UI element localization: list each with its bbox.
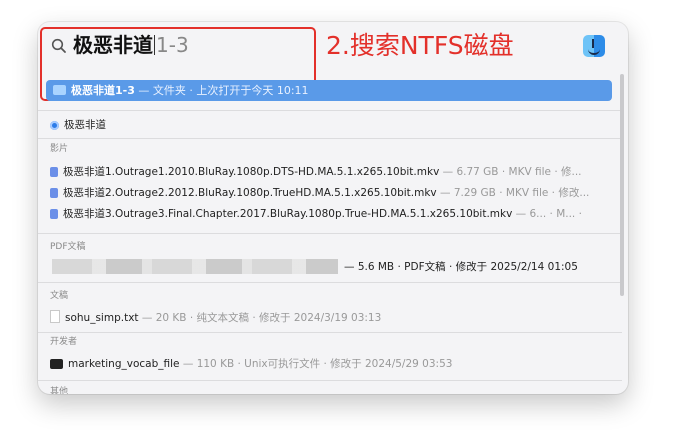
movie-meta: — 6... · M... · — [512, 208, 582, 220]
text-file-icon — [50, 310, 60, 323]
finder-icon[interactable] — [583, 35, 605, 57]
redacted-pdf-name[interactable] — [52, 259, 338, 274]
doc-meta: — 20 KB · 纯文本文稿 · 修改于 2024/3/19 03:13 — [138, 312, 382, 324]
movie-result[interactable]: 极恶非道2.Outrage2.2012.BluRay.1080p.TrueHD.… — [50, 184, 589, 202]
section-title-developer: 开发者 — [50, 337, 78, 347]
movie-name: 极恶非道3.Outrage3.Final.Chapter.2017.BluRay… — [63, 208, 513, 220]
divider — [38, 110, 622, 111]
app-icon — [50, 121, 59, 130]
developer-name: marketing_vocab_file — [68, 358, 180, 370]
terminal-icon — [50, 359, 63, 369]
search-icon — [51, 38, 66, 53]
app-result-title: 极恶非道 — [64, 119, 106, 131]
top-hit-meta: — 文件夹 · 上次打开于今天 10:11 — [134, 84, 309, 97]
section-title-movies: 影片 — [50, 144, 69, 154]
divider — [38, 332, 622, 333]
search-input[interactable]: 极恶非道 1-3 — [73, 31, 189, 59]
finder-face-line — [592, 39, 594, 48]
divider — [38, 380, 622, 381]
movie-meta: — 7.29 GB · MKV file · 修改... — [436, 187, 590, 199]
movie-icon — [50, 209, 58, 219]
movie-meta: — 6.77 GB · MKV file · 修... — [439, 166, 582, 178]
divider — [38, 138, 622, 139]
movie-result[interactable]: 极恶非道3.Outrage3.Final.Chapter.2017.BluRay… — [50, 205, 582, 223]
top-hit-title: 极恶非道1-3 — [71, 84, 135, 97]
section-title-pdf: PDF文稿 — [50, 242, 86, 252]
section-title-other: 其他 — [50, 387, 69, 394]
folder-icon — [53, 85, 66, 95]
search-bar[interactable]: 极恶非道 1-3 2.搜索NTFS磁盘 — [38, 22, 628, 70]
doc-name: sohu_simp.txt — [65, 312, 139, 324]
text-caret — [154, 35, 155, 55]
top-hit-result[interactable]: 极恶非道1-3 — 文件夹 · 上次打开于今天 10:11 — [46, 80, 612, 101]
divider — [38, 282, 622, 283]
top-hit-label: 极恶非道1-3 — 文件夹 · 上次打开于今天 10:11 — [71, 80, 309, 101]
divider — [38, 233, 622, 234]
developer-meta: — 110 KB · Unix可执行文件 · 修改于 2024/5/29 03:… — [179, 358, 453, 370]
developer-result[interactable]: marketing_vocab_file — 110 KB · Unix可执行文… — [50, 355, 452, 373]
movie-icon — [50, 188, 58, 198]
movie-icon — [50, 167, 58, 177]
movie-name: 极恶非道1.Outrage1.2010.BluRay.1080p.DTS-HD.… — [63, 166, 440, 178]
scrollbar[interactable] — [620, 74, 624, 296]
query-bold-text: 极恶非道 — [73, 33, 153, 57]
section-title-docs: 文稿 — [50, 291, 69, 301]
finder-smile — [588, 48, 600, 55]
spotlight-panel: 极恶非道 1-3 2.搜索NTFS磁盘 极恶非道1-3 — 文件夹 · 上次打开于… — [38, 22, 628, 394]
query-completion-text: 1-3 — [156, 33, 189, 57]
movie-name: 极恶非道2.Outrage2.2012.BluRay.1080p.TrueHD.… — [63, 187, 437, 199]
annotation-label: 2.搜索NTFS磁盘 — [326, 31, 514, 60]
movie-result[interactable]: 极恶非道1.Outrage1.2010.BluRay.1080p.DTS-HD.… — [50, 163, 582, 181]
doc-result[interactable]: sohu_simp.txt — 20 KB · 纯文本文稿 · 修改于 2024… — [50, 309, 381, 327]
pdf-meta: — 5.6 MB · PDF文稿 · 修改于 2025/2/14 01:05 — [344, 261, 578, 273]
app-result[interactable]: 极恶非道 — [50, 116, 106, 134]
